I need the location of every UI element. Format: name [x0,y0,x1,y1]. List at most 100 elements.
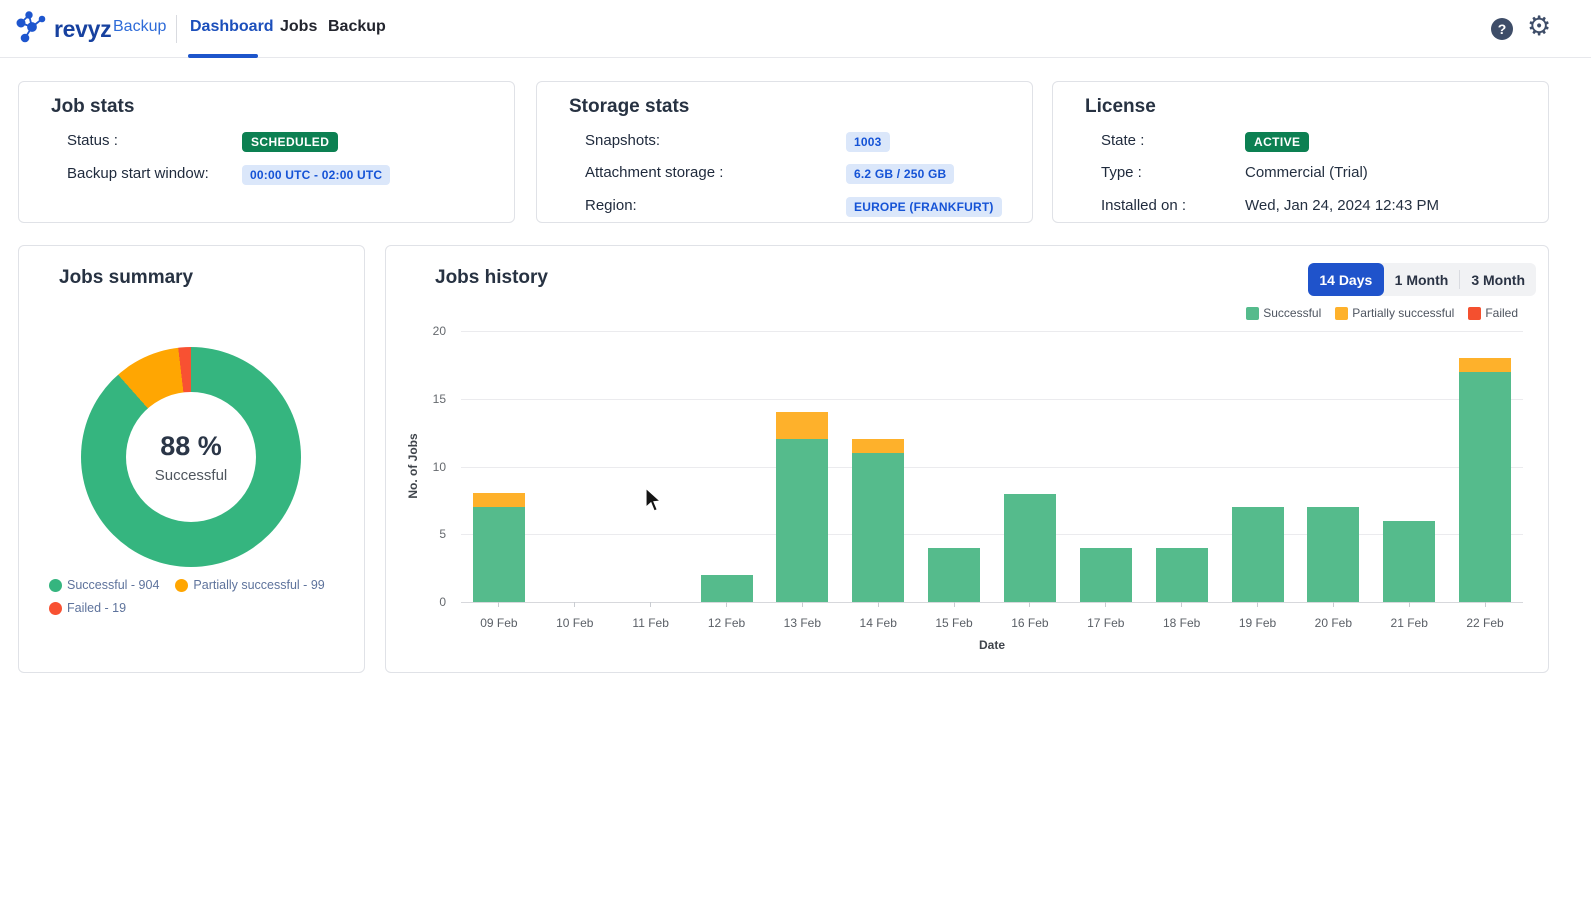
jobs-history-card: Jobs history 14 Days 1 Month 3 Month Suc… [385,245,1549,673]
x-tick-mark [1485,602,1486,607]
donut-legend-item[interactable]: Partially successful - 99 [175,578,324,592]
x-tick-label: 10 Feb [539,616,611,630]
legend-swatch-icon [1246,307,1259,320]
bar-segment [1232,507,1284,602]
bar-segment [928,548,980,602]
bar-legend-item[interactable]: Partially successful [1335,306,1454,320]
gridline [461,399,1523,400]
x-tick-label: 19 Feb [1222,616,1294,630]
x-tick-mark [1105,602,1106,607]
bar-legend-item[interactable]: Successful [1246,306,1321,320]
dashboard-screen: revyz Backup Dashboard Jobs Backup ? ⚙ J… [0,0,1591,904]
legend-swatch-icon [1468,307,1481,320]
help-icon[interactable]: ? [1491,18,1513,40]
gridline [461,602,1523,603]
bar-segment [1459,358,1511,372]
x-tick-mark [498,602,499,607]
donut-legend-label: Partially successful - 99 [193,578,324,592]
attachment-storage-label: Attachment storage : [585,164,723,181]
bar-segment [1459,372,1511,602]
job-stats-card: Job stats Status : SCHEDULED Backup star… [18,81,515,223]
mouse-cursor [643,487,663,518]
snapshots-label: Snapshots: [585,132,660,149]
bar-segment [1307,507,1359,602]
x-tick-label: 21 Feb [1373,616,1445,630]
bar-segment [701,575,753,602]
y-tick-label: 10 [386,460,446,474]
x-tick-mark [1333,602,1334,607]
snapshots-value: 1003 [846,132,890,152]
donut-legend-label: Successful - 904 [67,578,159,592]
license-title: License [1085,96,1156,118]
installed-on-value: Wed, Jan 24, 2024 12:43 PM [1245,197,1439,214]
tab-backup[interactable]: Backup [328,18,386,36]
donut-percentage: 88 % [160,431,222,462]
license-state-label: State : [1101,132,1144,149]
donut-legend: Successful - 904 Partially successful - 9… [49,578,355,615]
jobs-summary-card: Jobs summary 88 % Successful Successful … [18,245,365,673]
license-card: License State : ACTIVE Type : Commercial… [1052,81,1549,223]
x-tick-mark [1029,602,1030,607]
donut-legend-label: Failed - 19 [67,601,126,615]
bar-legend-item[interactable]: Failed [1468,306,1518,320]
x-tick-mark [650,602,651,607]
range-button-1-month[interactable]: 1 Month [1384,263,1460,296]
bar-segment [852,453,904,602]
nav-link-backup[interactable]: Backup [113,18,166,36]
donut-center-label: Successful [155,467,228,484]
legend-dot-icon [49,602,62,615]
revyz-molecule-icon [14,9,50,50]
y-tick-label: 15 [386,392,446,406]
y-tick-label: 20 [386,324,446,338]
bar-segment [776,439,828,602]
bar-segment [473,493,525,507]
gridline [461,534,1523,535]
bar-legend-label: Partially successful [1352,306,1454,320]
gear-icon[interactable]: ⚙ [1527,13,1551,40]
x-tick-label: 20 Feb [1297,616,1369,630]
donut-legend-item[interactable]: Failed - 19 [49,601,126,615]
gridline [461,331,1523,332]
top-nav: revyz Backup Dashboard Jobs Backup ? ⚙ [0,0,1591,58]
x-tick-label: 17 Feb [1070,616,1142,630]
donut-center: 88 % Successful [126,392,256,522]
x-tick-mark [1181,602,1182,607]
donut-legend-item[interactable]: Successful - 904 [49,578,159,592]
range-button-3-month[interactable]: 3 Month [1460,263,1536,296]
jobs-summary-title: Jobs summary [59,267,193,289]
x-tick-label: 09 Feb [463,616,535,630]
y-tick-label: 5 [386,527,446,541]
bar-segment [1080,548,1132,602]
x-tick-mark [878,602,879,607]
backup-window-label: Backup start window: [67,165,209,182]
bar-segment [852,439,904,453]
storage-stats-title: Storage stats [569,96,689,118]
jobs-summary-donut-chart: 88 % Successful [81,347,301,567]
x-tick-label: 12 Feb [691,616,763,630]
license-type-label: Type : [1101,164,1142,181]
x-tick-label: 11 Feb [615,616,687,630]
legend-dot-icon [49,579,62,592]
gridline [461,467,1523,468]
license-type-value: Commercial (Trial) [1245,164,1368,181]
job-stats-title: Job stats [51,96,134,118]
bar-chart-legend: Successful Partially successful Failed [1246,306,1518,320]
region-value: EUROPE (FRANKFURT) [846,197,1002,217]
bar-segment [473,507,525,602]
active-tab-indicator [188,54,258,58]
bar-segment [1383,521,1435,602]
range-toggle-group: 14 Days 1 Month 3 Month [1308,263,1536,296]
x-tick-mark [802,602,803,607]
attachment-storage-value: 6.2 GB / 250 GB [846,164,954,184]
brand-logo[interactable]: revyz [14,9,111,50]
bar-legend-label: Failed [1485,306,1518,320]
tab-jobs[interactable]: Jobs [280,18,317,36]
nav-divider [176,15,177,43]
x-tick-mark [1257,602,1258,607]
legend-dot-icon [175,579,188,592]
range-button-14-days[interactable]: 14 Days [1308,263,1384,296]
storage-stats-card: Storage stats Snapshots: 1003 Attachment… [536,81,1033,223]
bar-segment [776,412,828,439]
brand-name: revyz [54,16,111,43]
tab-dashboard[interactable]: Dashboard [190,18,274,36]
